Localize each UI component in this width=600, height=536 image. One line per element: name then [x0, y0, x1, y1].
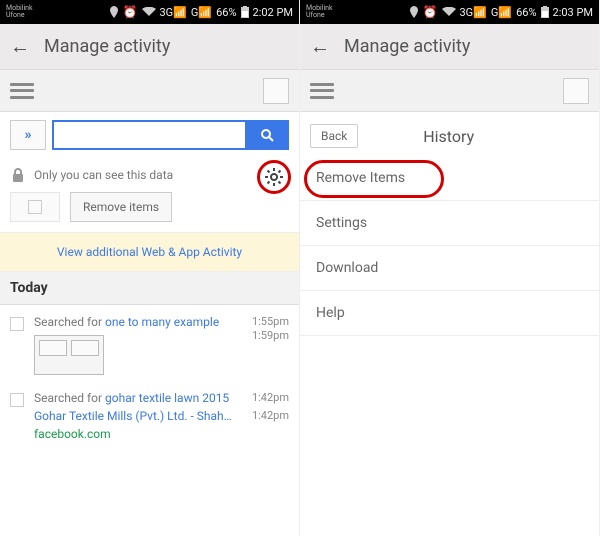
battery-percent: 66% — [216, 6, 236, 19]
hamburger-icon[interactable] — [310, 83, 334, 99]
history-item: Searched for gohar textile lawn 2015 1:4… — [0, 381, 299, 447]
lock-icon — [12, 168, 24, 182]
battery-percent: 66% — [516, 6, 536, 19]
page-title: Manage activity — [44, 36, 170, 57]
menu-item-help[interactable]: Help — [300, 291, 599, 336]
chrome-toolbar — [300, 70, 599, 112]
history-text: Searched for one to many example — [34, 315, 219, 329]
history-sublink[interactable]: Gohar Textile Mills (Pvt.) Ltd. - Shah… — [34, 409, 232, 423]
history-sublink-domain[interactable]: facebook.com — [34, 427, 111, 441]
android-status-bar: Mobilink Ufone ⏰ 3G📶 G📶 66% 2:03 PM — [300, 0, 599, 24]
menu-item-label: Settings — [316, 215, 367, 231]
history-time: 1:55pm — [252, 315, 289, 328]
back-arrow-icon[interactable]: ← — [10, 34, 30, 59]
history-item: Searched for one to many example 1:55pm … — [0, 305, 299, 381]
app-header: ← Manage activity — [0, 24, 299, 70]
screen-after: Mobilink Ufone ⏰ 3G📶 G📶 66% 2:03 PM ← Ma… — [300, 0, 600, 536]
history-query-link[interactable]: gohar textile lawn 2015 — [105, 391, 229, 405]
wifi-icon — [142, 7, 156, 17]
history-text: Searched for gohar textile lawn 2015 — [34, 391, 229, 405]
privacy-notice-text: Only you can see this data — [34, 168, 173, 182]
search-input[interactable] — [52, 120, 245, 150]
item-checkbox[interactable] — [10, 393, 24, 407]
battery-icon — [541, 6, 549, 18]
screen-before: Mobilink Ufone ⏰ 3G📶 G📶 66% 2:02 PM ← Ma… — [0, 0, 300, 536]
page-title: Manage activity — [344, 36, 470, 57]
carrier-label: Mobilink Ufone — [6, 5, 33, 19]
android-status-bar: Mobilink Ufone ⏰ 3G📶 G📶 66% 2:02 PM — [0, 0, 299, 24]
result-thumbnail[interactable] — [34, 335, 104, 375]
search-row: » — [0, 112, 299, 158]
wifi-icon — [442, 7, 456, 17]
hamburger-icon[interactable] — [10, 83, 34, 99]
select-all-box[interactable] — [10, 192, 60, 222]
highlight-circle-gear — [257, 160, 291, 194]
history-time: 1:42pm — [252, 391, 289, 404]
expand-chevrons-icon[interactable]: » — [10, 120, 46, 150]
history-time: 1:42pm — [252, 409, 289, 422]
network-3g-2: G📶 — [491, 6, 512, 19]
history-query-link[interactable]: one to many example — [105, 315, 219, 329]
carrier-label: Mobilink Ufone — [306, 5, 333, 19]
alarm-icon: ⏰ — [123, 5, 138, 19]
chrome-toolbar — [0, 70, 299, 112]
location-icon — [109, 6, 119, 18]
network-3g-2: G📶 — [191, 6, 212, 19]
location-icon — [409, 6, 419, 18]
battery-icon — [241, 6, 249, 18]
remove-items-button[interactable]: Remove items — [70, 192, 172, 222]
menu-item-settings[interactable]: Settings — [300, 201, 599, 246]
menu-title: History — [308, 127, 589, 146]
blank-square — [263, 78, 289, 104]
clock: 2:02 PM — [253, 6, 293, 19]
menu-item-remove-items[interactable]: Remove Items — [300, 156, 599, 201]
gear-icon[interactable] — [265, 168, 283, 186]
search-button[interactable] — [245, 120, 289, 150]
alarm-icon: ⏰ — [423, 5, 438, 19]
web-app-activity-banner[interactable]: View additional Web & App Activity — [0, 232, 299, 272]
blank-square — [563, 78, 589, 104]
bulk-actions-row: Remove items — [0, 192, 299, 232]
section-heading-today: Today — [0, 272, 299, 305]
network-3g-1: 3G📶 — [160, 6, 187, 19]
menu-item-label: Remove Items — [316, 170, 405, 186]
menu-header: Back History — [300, 112, 599, 156]
privacy-notice-row: Only you can see this data — [0, 158, 299, 192]
search-box — [52, 120, 289, 150]
network-3g-1: 3G📶 — [460, 6, 487, 19]
history-time: 1:59pm — [252, 329, 289, 342]
back-arrow-icon[interactable]: ← — [310, 34, 330, 59]
app-header: ← Manage activity — [300, 24, 599, 70]
menu-item-label: Download — [316, 260, 378, 276]
menu-item-label: Help — [316, 305, 345, 321]
menu-item-download[interactable]: Download — [300, 246, 599, 291]
settings-menu: Remove Items Settings Download Help — [300, 156, 599, 336]
clock: 2:03 PM — [553, 6, 593, 19]
search-icon — [260, 128, 274, 142]
item-checkbox[interactable] — [10, 317, 24, 331]
